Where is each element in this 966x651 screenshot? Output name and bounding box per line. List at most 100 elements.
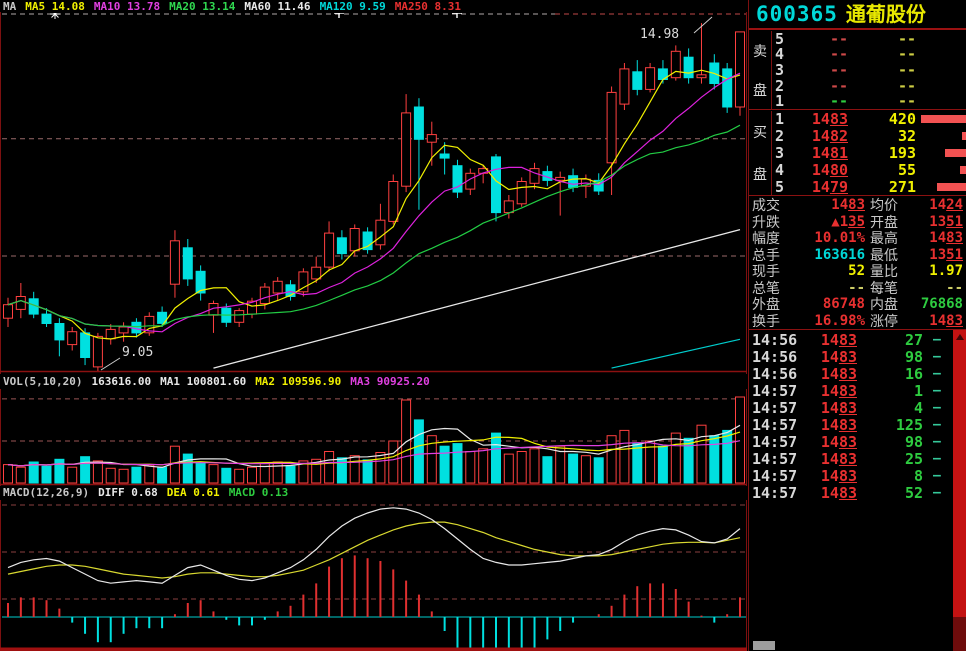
buy-level: 2 — [775, 127, 784, 145]
depth-bar — [962, 132, 966, 140]
stat-value: 76868 — [897, 296, 963, 312]
indicator-label: MA3 90925.20 — [350, 375, 429, 388]
tick-row: 14:57 1483 8 — — [749, 467, 966, 484]
indicator-label: MA — [3, 0, 16, 13]
stat-value: 1483 — [897, 230, 963, 246]
stat-value: 16.98% — [785, 313, 865, 329]
stat-row: 总笔 --每笔 -- — [749, 280, 966, 297]
tick-volume: 98 — [865, 433, 923, 451]
tick-list: 14:56 1483 27 — 14:56 1483 98 — 14:56 14… — [749, 332, 966, 501]
scrollbar-track[interactable] — [953, 344, 966, 617]
tick-price: 1483 — [799, 450, 857, 468]
tick-price: 1483 — [799, 365, 857, 383]
queue-label-char: 盘 — [753, 164, 767, 184]
buy-price: 1480 — [788, 161, 848, 179]
tick-time: 14:57 — [752, 433, 797, 451]
stat-row: 现手 52量比 1.97 — [749, 263, 966, 280]
tick-time: 14:57 — [752, 484, 797, 502]
buy-level: 3 — [775, 144, 784, 162]
tick-direction-dash: — — [933, 485, 941, 500]
sell-queue: 卖盘 5 -- -- 4 -- -- 3 -- -- 2 -- -- 1 -- … — [749, 31, 966, 110]
buy-row[interactable]: 2 1482 32 — [772, 128, 966, 145]
buy-row[interactable]: 3 1481 193 — [772, 145, 966, 162]
tick-price: 1483 — [799, 484, 857, 502]
macd-indicator-row: MACD(12,26,9)DIFF 0.68DEA 0.61MACD 0.13 — [3, 486, 747, 500]
indicator-label: MA10 13.78 — [94, 0, 160, 13]
resize-grip — [753, 641, 775, 650]
tick-row: 14:57 1483 125 — — [749, 417, 966, 434]
tick-volume: 52 — [865, 484, 923, 502]
tick-row: 14:57 1483 25 — — [749, 450, 966, 467]
buy-price: 1483 — [788, 110, 848, 128]
tick-price: 1483 — [799, 331, 857, 349]
stat-value: -- — [785, 280, 865, 296]
tick-volume: 98 — [865, 348, 923, 366]
stat-value: 163616 — [785, 247, 865, 263]
scrollbar[interactable] — [953, 330, 966, 651]
buy-rows: 1 1483 420 2 1482 32 3 1481 193 4 1480 5… — [772, 111, 966, 195]
macd-chart[interactable] — [0, 500, 748, 651]
indicator-label: MACD(12,26,9) — [3, 486, 89, 499]
stat-value: 1483 — [785, 197, 865, 213]
indicator-label: VOL(5,10,20) — [3, 375, 82, 388]
sell-row[interactable]: 1 -- -- — [772, 93, 966, 109]
tick-row: 14:57 1483 52 — — [749, 484, 966, 501]
svg-text:9.05: 9.05 — [122, 345, 153, 360]
buy-volume: 271 — [850, 178, 916, 196]
tick-price: 1483 — [799, 399, 857, 417]
buy-row[interactable]: 1 1483 420 — [772, 111, 966, 128]
sell-row[interactable]: 3 -- -- — [772, 62, 966, 78]
buy-row[interactable]: 5 1479 271 — [772, 178, 966, 195]
buy-price: 1482 — [788, 127, 848, 145]
buy-volume: 32 — [850, 127, 916, 145]
sell-row[interactable]: 4 -- -- — [772, 47, 966, 63]
depth-bar — [921, 115, 966, 123]
buy-volume: 55 — [850, 161, 916, 179]
buy-level: 1 — [775, 110, 784, 128]
sell-queue-label: 卖盘 — [749, 31, 772, 109]
tick-direction-dash: — — [933, 401, 941, 416]
stat-value: 1351 — [897, 247, 963, 263]
indicator-label: MA1 100801.60 — [160, 375, 246, 388]
candlestick-chart[interactable]: 14.989.05 — [0, 0, 748, 374]
sell-row[interactable]: 5 -- -- — [772, 31, 966, 47]
scrollbar-thumb[interactable] — [953, 617, 966, 651]
buy-row[interactable]: 4 1480 55 — [772, 161, 966, 178]
stat-label: 涨停 — [870, 311, 898, 331]
stat-label: 换手 — [752, 311, 780, 331]
tick-row: 14:56 1483 16 — — [749, 366, 966, 383]
ma-indicator-row: MAMA5 14.08MA10 13.78MA20 13.14MA60 11.4… — [3, 0, 470, 13]
depth-bar — [960, 166, 966, 174]
stat-value: 86748 — [785, 296, 865, 312]
buy-queue-label: 买盘 — [749, 111, 772, 195]
buy-price: 1481 — [788, 144, 848, 162]
buy-volume: 193 — [850, 144, 916, 162]
tick-direction-dash: — — [933, 384, 941, 399]
tick-time: 14:56 — [752, 365, 797, 383]
indicator-label: MA20 13.14 — [169, 0, 235, 13]
stat-row: 外盘 86748内盘 76868 — [749, 296, 966, 313]
tick-price: 1483 — [799, 348, 857, 366]
tick-time: 14:57 — [752, 450, 797, 468]
volume-chart[interactable] — [0, 389, 748, 486]
indicator-label: MA120 9.59 — [320, 0, 386, 13]
sell-rows: 5 -- -- 4 -- -- 3 -- -- 2 -- -- 1 -- -- — [772, 31, 966, 109]
stat-row: 总手 163616最低 1351 — [749, 247, 966, 264]
scroll-up-button[interactable] — [953, 330, 966, 344]
tick-time: 14:57 — [752, 382, 797, 400]
tick-price: 1483 — [799, 467, 857, 485]
tick-price: 1483 — [799, 382, 857, 400]
stat-value: -- — [897, 280, 963, 296]
stat-row: 幅度 10.01%最高 1483 — [749, 230, 966, 247]
tick-volume: 25 — [865, 450, 923, 468]
stock-code: 600365 — [756, 2, 838, 26]
sell-volume: -- — [850, 92, 916, 110]
stat-value: 10.01% — [785, 230, 865, 246]
tick-direction-dash: — — [933, 367, 941, 382]
sell-row[interactable]: 2 -- -- — [772, 78, 966, 94]
stats-grid: 成交 1483均价 1424升跌 ▲135开盘 1351幅度 10.01%最高 … — [749, 197, 966, 330]
stat-value: 52 — [785, 263, 865, 279]
depth-bar — [937, 183, 966, 191]
tick-direction-dash: — — [933, 333, 941, 348]
tick-price: 1483 — [799, 433, 857, 451]
